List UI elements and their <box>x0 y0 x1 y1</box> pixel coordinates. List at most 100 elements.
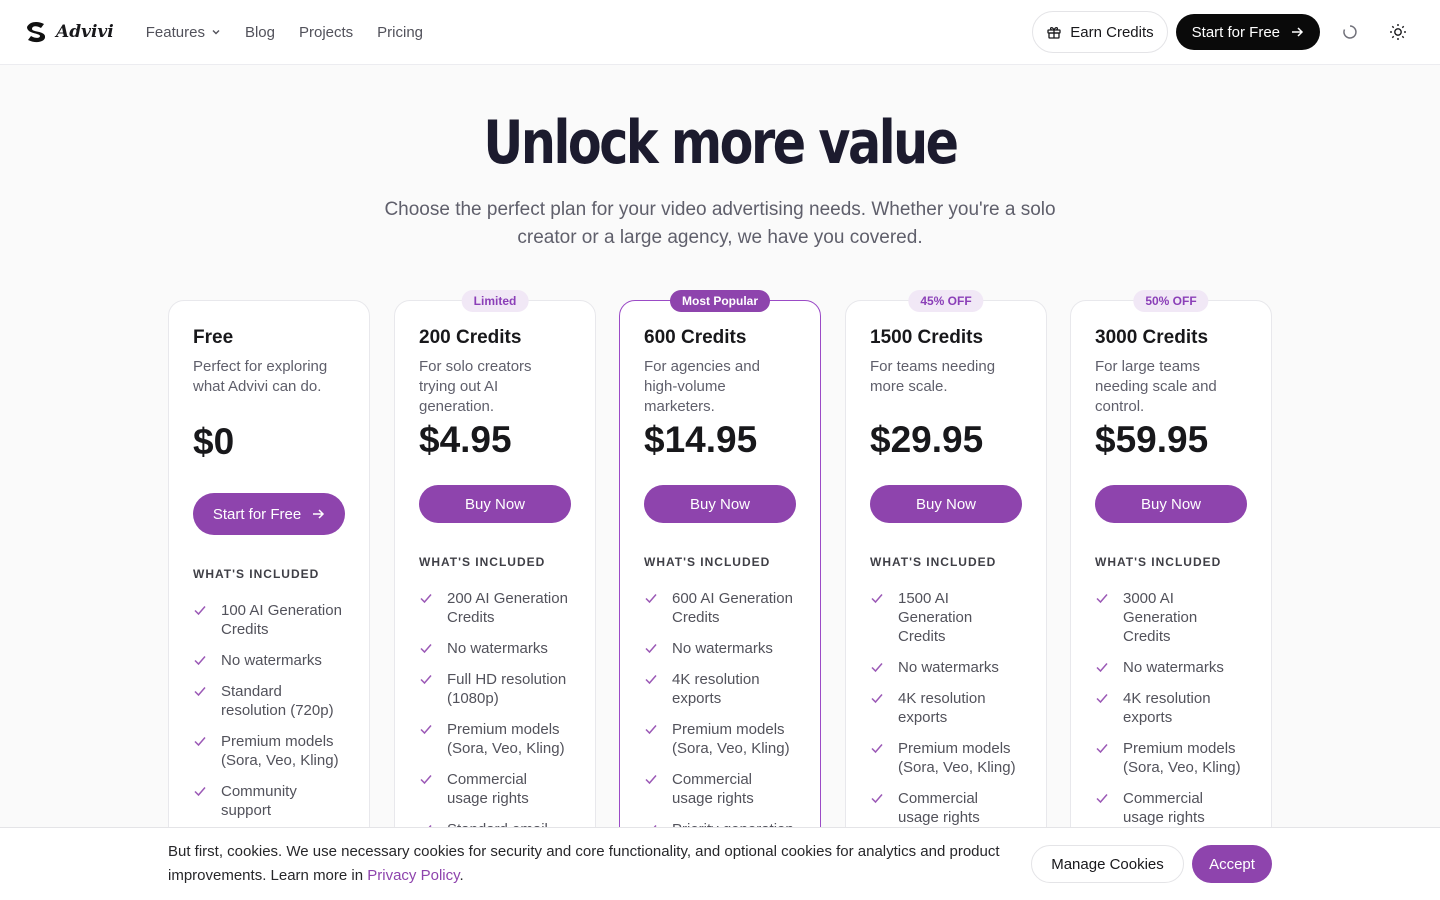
buy-now-button[interactable]: Buy Now <box>870 485 1022 523</box>
feature-item: 1500 AI Generation Credits <box>870 589 1022 646</box>
feature-item: Premium models (Sora, Veo, Kling) <box>193 732 345 770</box>
feature-item: Premium models (Sora, Veo, Kling) <box>644 720 796 758</box>
feature-text: 4K resolution exports <box>898 690 986 726</box>
earn-credits-button[interactable]: Earn Credits <box>1032 11 1168 53</box>
feature-item: Premium models (Sora, Veo, Kling) <box>419 720 571 758</box>
check-icon <box>871 663 883 673</box>
feature-item: Commercial usage rights <box>644 770 796 808</box>
buy-now-button[interactable]: Buy Now <box>419 485 571 523</box>
included-heading: WHAT'S INCLUDED <box>193 567 320 581</box>
check-icon <box>194 687 206 697</box>
site-header: Advivi Features Blog Projects Pricing Ea… <box>0 0 1440 65</box>
feature-text: Premium models (Sora, Veo, Kling) <box>898 740 1016 776</box>
feature-text: Standard resolution (720p) <box>221 683 334 719</box>
loading-spinner <box>1332 14 1368 50</box>
included-heading: WHAT'S INCLUDED <box>419 555 546 569</box>
feature-text: No watermarks <box>898 659 999 676</box>
plan-price: $14.95 <box>644 419 758 460</box>
feature-list: 200 AI Generation Credits No watermarks Fu… <box>419 589 571 839</box>
feature-item: 100 AI Generation Credits <box>193 601 345 639</box>
feature-text: Commercial usage rights <box>447 771 529 807</box>
nav-projects[interactable]: Projects <box>299 24 353 41</box>
buy-now-button[interactable]: Buy Now <box>644 485 796 523</box>
feature-text: Commercial usage rights <box>672 771 754 807</box>
plan-description: For teams needing more scale. <box>870 358 996 395</box>
feature-text: 4K resolution exports <box>672 671 760 707</box>
feature-item: 3000 AI Generation Credits <box>1095 589 1247 646</box>
accept-cookies-button[interactable]: Accept <box>1192 845 1272 883</box>
feature-text: 3000 AI Generation Credits <box>1123 590 1198 645</box>
plan-name: Free <box>193 327 234 348</box>
feature-item: Full HD resolution (1080p) <box>419 670 571 708</box>
plan-badge: 50% OFF <box>1133 290 1209 312</box>
brand-logo[interactable]: Advivi <box>24 20 114 44</box>
brand-name: Advivi <box>56 22 114 42</box>
cta-label: Buy Now <box>464 495 526 513</box>
check-icon <box>1096 744 1108 754</box>
pricing-card: 45% OFF 1500 Credits For teams needing mor… <box>845 290 1047 900</box>
nav-features[interactable]: Features <box>146 24 221 41</box>
nav-blog[interactable]: Blog <box>245 24 275 41</box>
check-icon <box>1096 794 1108 804</box>
feature-text: Premium models (Sora, Veo, Kling) <box>672 721 790 757</box>
feature-item: No watermarks <box>644 639 796 658</box>
feature-item: 4K resolution exports <box>1095 689 1247 727</box>
theme-toggle[interactable] <box>1380 14 1416 50</box>
earn-credits-label: Earn Credits <box>1070 23 1154 41</box>
feature-text: 4K resolution exports <box>1123 690 1211 726</box>
plan-price: $29.95 <box>870 419 984 460</box>
privacy-policy-link[interactable]: Privacy Policy <box>367 867 459 884</box>
feature-item: Premium models (Sora, Veo, Kling) <box>1095 739 1247 777</box>
page-subtitle: Choose the perfect plan for your video a… <box>384 199 1056 248</box>
header-start-free-button[interactable]: Start for Free <box>1175 14 1320 50</box>
buy-now-button[interactable]: Buy Now <box>1095 485 1247 523</box>
feature-item: Commercial usage rights <box>419 770 571 808</box>
feature-text: Commercial usage rights <box>1123 790 1205 826</box>
plan-name: 600 Credits <box>644 327 747 348</box>
cookie-period: . <box>459 867 464 884</box>
feature-item: 600 AI Generation Credits <box>644 589 796 627</box>
pricing-card: Free Perfect for exploring what Advivi ca… <box>168 300 370 900</box>
check-icon <box>194 656 206 666</box>
feature-text: 200 AI Generation Credits <box>447 590 568 626</box>
plan-badge: Limited <box>461 290 529 312</box>
plan-description: For large teams needing scale and contro… <box>1095 358 1217 415</box>
pricing-card: 50% OFF 3000 Credits For large teams needi… <box>1070 290 1272 900</box>
nav-pricing[interactable]: Pricing <box>377 24 423 41</box>
start-free-button[interactable]: Start for Free <box>193 493 345 535</box>
feature-item: 4K resolution exports <box>870 689 1022 727</box>
check-icon <box>420 594 432 604</box>
feature-list: 600 AI Generation Credits No watermarks 4K… <box>644 589 796 839</box>
feature-list: 3000 AI Generation Credits No watermarks 4… <box>1095 589 1247 827</box>
nav-features-label: Features <box>145 23 205 41</box>
feature-item: No watermarks <box>193 651 345 670</box>
check-icon <box>645 675 657 685</box>
feature-item: No watermarks <box>1095 658 1247 677</box>
feature-text: Full HD resolution (1080p) <box>447 671 567 707</box>
check-icon <box>871 794 883 804</box>
included-heading: WHAT'S INCLUDED <box>1095 555 1222 569</box>
feature-text: No watermarks <box>447 640 548 657</box>
header-start-free-label: Start for Free <box>1191 23 1280 41</box>
manage-cookies-button[interactable]: Manage Cookies <box>1031 845 1184 883</box>
feature-text: Commercial usage rights <box>898 790 980 826</box>
check-icon <box>645 594 657 604</box>
check-icon <box>1096 663 1108 673</box>
plan-name: 200 Credits <box>419 327 522 348</box>
feature-item: 200 AI Generation Credits <box>419 589 571 627</box>
header-actions: Earn Credits Start for Free <box>1032 11 1416 53</box>
check-icon <box>420 675 432 685</box>
chevron-down-icon <box>212 30 220 35</box>
pricing-card: Most Popular 600 Credits For agencies and … <box>619 290 821 900</box>
spinner-icon <box>1343 25 1357 39</box>
plan-badge: Most Popular <box>669 290 771 312</box>
check-icon <box>1096 694 1108 704</box>
feature-text: 100 AI Generation Credits <box>221 602 342 638</box>
check-icon <box>194 737 206 747</box>
check-icon <box>420 644 432 654</box>
check-icon <box>194 606 206 616</box>
feature-text: No watermarks <box>672 640 773 657</box>
feature-text: Community support <box>221 783 297 819</box>
check-icon <box>645 725 657 735</box>
check-icon <box>420 775 432 785</box>
